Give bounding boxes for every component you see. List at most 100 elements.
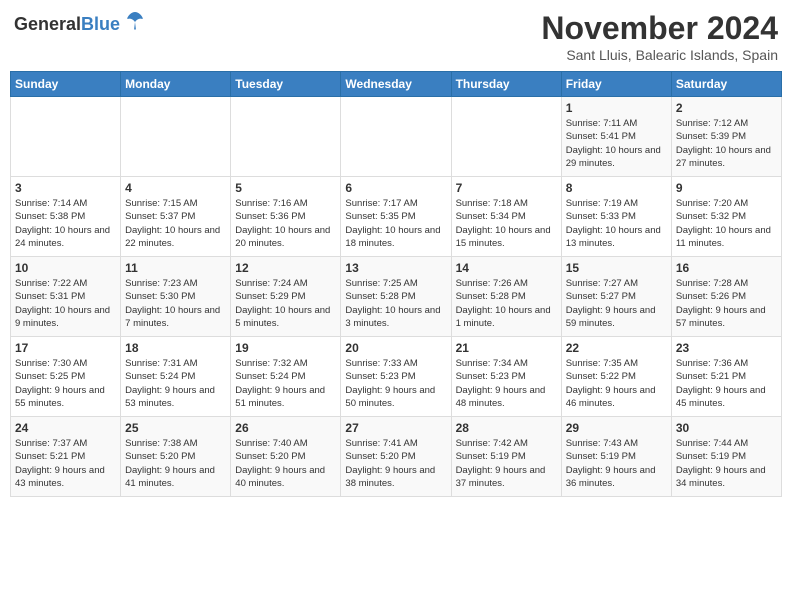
day-info: Sunrise: 7:43 AMSunset: 5:19 PMDaylight:…: [566, 437, 667, 490]
calendar-cell: [451, 97, 561, 177]
month-title: November 2024: [541, 10, 778, 47]
calendar-cell: 18Sunrise: 7:31 AMSunset: 5:24 PMDayligh…: [121, 337, 231, 417]
day-number: 28: [456, 421, 557, 435]
page-header: GeneralBlue November 2024 Sant Lluis, Ba…: [10, 10, 782, 63]
day-number: 1: [566, 101, 667, 115]
calendar-cell: 1Sunrise: 7:11 AMSunset: 5:41 PMDaylight…: [561, 97, 671, 177]
logo-general: General: [14, 14, 81, 34]
calendar-cell: 5 Sunrise: 7:16 AMSunset: 5:36 PMDaylight…: [231, 177, 341, 257]
calendar-cell: 15 Sunrise: 7:27 AMSunset: 5:27 PMDayligh…: [561, 257, 671, 337]
calendar-cell: 24 Sunrise: 7:37 AMSunset: 5:21 PMDayligh…: [11, 417, 121, 497]
day-number: 6: [345, 181, 446, 195]
day-info: Sunrise: 7:38 AMSunset: 5:20 PMDaylight:…: [125, 437, 226, 490]
weekday-header-sunday: Sunday: [11, 72, 121, 97]
day-info: Sunrise: 7:31 AMSunset: 5:24 PMDaylight:…: [125, 357, 226, 410]
day-number: 10: [15, 261, 116, 275]
weekday-header-thursday: Thursday: [451, 72, 561, 97]
day-info: Sunrise: 7:44 AMSunset: 5:19 PMDaylight:…: [676, 437, 777, 490]
calendar-cell: 28 Sunrise: 7:42 AMSunset: 5:19 PMDayligh…: [451, 417, 561, 497]
calendar-cell: [341, 97, 451, 177]
calendar-cell: 9 Sunrise: 7:20 AMSunset: 5:32 PMDaylight…: [671, 177, 781, 257]
day-info: Sunrise: 7:25 AMSunset: 5:28 PMDaylight:…: [345, 277, 446, 330]
calendar-cell: [11, 97, 121, 177]
calendar-cell: 25 Sunrise: 7:38 AMSunset: 5:20 PMDayligh…: [121, 417, 231, 497]
calendar-cell: 12 Sunrise: 7:24 AMSunset: 5:29 PMDayligh…: [231, 257, 341, 337]
logo-blue: Blue: [81, 14, 120, 34]
calendar-cell: [121, 97, 231, 177]
calendar-cell: 11 Sunrise: 7:23 AMSunset: 5:30 PMDayligh…: [121, 257, 231, 337]
calendar-cell: 4 Sunrise: 7:15 AMSunset: 5:37 PMDaylight…: [121, 177, 231, 257]
day-number: 13: [345, 261, 446, 275]
day-info: Sunrise: 7:30 AMSunset: 5:25 PMDaylight:…: [15, 357, 116, 410]
day-number: 5: [235, 181, 336, 195]
day-number: 12: [235, 261, 336, 275]
calendar-row-1: 1Sunrise: 7:11 AMSunset: 5:41 PMDaylight…: [11, 97, 782, 177]
calendar-row-5: 24 Sunrise: 7:37 AMSunset: 5:21 PMDayligh…: [11, 417, 782, 497]
day-number: 26: [235, 421, 336, 435]
day-number: 9: [676, 181, 777, 195]
day-number: 17: [15, 341, 116, 355]
calendar-cell: 23Sunrise: 7:36 AMSunset: 5:21 PMDayligh…: [671, 337, 781, 417]
day-info: Sunrise: 7:23 AMSunset: 5:30 PMDaylight:…: [125, 277, 226, 330]
day-info: Sunrise: 7:26 AMSunset: 5:28 PMDaylight:…: [456, 277, 557, 330]
calendar-row-2: 3 Sunrise: 7:14 AMSunset: 5:38 PMDaylight…: [11, 177, 782, 257]
day-number: 11: [125, 261, 226, 275]
day-info: Sunrise: 7:28 AMSunset: 5:26 PMDaylight:…: [676, 277, 777, 330]
calendar-table: SundayMondayTuesdayWednesdayThursdayFrid…: [10, 71, 782, 497]
location-subtitle: Sant Lluis, Balearic Islands, Spain: [541, 47, 778, 63]
day-info: Sunrise: 7:24 AMSunset: 5:29 PMDaylight:…: [235, 277, 336, 330]
day-number: 19: [235, 341, 336, 355]
day-number: 4: [125, 181, 226, 195]
calendar-cell: 13 Sunrise: 7:25 AMSunset: 5:28 PMDayligh…: [341, 257, 451, 337]
day-number: 23: [676, 341, 777, 355]
calendar-cell: 19 Sunrise: 7:32 AMSunset: 5:24 PMDayligh…: [231, 337, 341, 417]
day-number: 25: [125, 421, 226, 435]
day-info: Sunrise: 7:32 AMSunset: 5:24 PMDaylight:…: [235, 357, 336, 410]
weekday-header-tuesday: Tuesday: [231, 72, 341, 97]
logo: GeneralBlue: [14, 10, 146, 38]
calendar-cell: 10Sunrise: 7:22 AMSunset: 5:31 PMDayligh…: [11, 257, 121, 337]
day-number: 16: [676, 261, 777, 275]
calendar-cell: [231, 97, 341, 177]
day-number: 8: [566, 181, 667, 195]
calendar-cell: 6 Sunrise: 7:17 AMSunset: 5:35 PMDaylight…: [341, 177, 451, 257]
weekday-header-row: SundayMondayTuesdayWednesdayThursdayFrid…: [11, 72, 782, 97]
calendar-cell: 21Sunrise: 7:34 AMSunset: 5:23 PMDayligh…: [451, 337, 561, 417]
day-info: Sunrise: 7:17 AMSunset: 5:35 PMDaylight:…: [345, 197, 446, 250]
calendar-cell: 8Sunrise: 7:19 AMSunset: 5:33 PMDaylight…: [561, 177, 671, 257]
calendar-cell: 20Sunrise: 7:33 AMSunset: 5:23 PMDayligh…: [341, 337, 451, 417]
day-info: Sunrise: 7:37 AMSunset: 5:21 PMDaylight:…: [15, 437, 116, 490]
day-info: Sunrise: 7:41 AMSunset: 5:20 PMDaylight:…: [345, 437, 446, 490]
day-info: Sunrise: 7:16 AMSunset: 5:36 PMDaylight:…: [235, 197, 336, 250]
calendar-cell: 3 Sunrise: 7:14 AMSunset: 5:38 PMDaylight…: [11, 177, 121, 257]
day-info: Sunrise: 7:27 AMSunset: 5:27 PMDaylight:…: [566, 277, 667, 330]
weekday-header-wednesday: Wednesday: [341, 72, 451, 97]
calendar-cell: 2Sunrise: 7:12 AMSunset: 5:39 PMDaylight…: [671, 97, 781, 177]
day-info: Sunrise: 7:20 AMSunset: 5:32 PMDaylight:…: [676, 197, 777, 250]
calendar-cell: 29Sunrise: 7:43 AMSunset: 5:19 PMDayligh…: [561, 417, 671, 497]
day-info: Sunrise: 7:42 AMSunset: 5:19 PMDaylight:…: [456, 437, 557, 490]
title-area: November 2024 Sant Lluis, Balearic Islan…: [541, 10, 778, 63]
day-info: Sunrise: 7:34 AMSunset: 5:23 PMDaylight:…: [456, 357, 557, 410]
calendar-cell: 22 Sunrise: 7:35 AMSunset: 5:22 PMDayligh…: [561, 337, 671, 417]
day-number: 24: [15, 421, 116, 435]
day-number: 7: [456, 181, 557, 195]
calendar-cell: 30 Sunrise: 7:44 AMSunset: 5:19 PMDayligh…: [671, 417, 781, 497]
calendar-cell: 14 Sunrise: 7:26 AMSunset: 5:28 PMDayligh…: [451, 257, 561, 337]
day-info: Sunrise: 7:14 AMSunset: 5:38 PMDaylight:…: [15, 197, 116, 250]
calendar-row-4: 17 Sunrise: 7:30 AMSunset: 5:25 PMDayligh…: [11, 337, 782, 417]
day-number: 14: [456, 261, 557, 275]
day-info: Sunrise: 7:40 AMSunset: 5:20 PMDaylight:…: [235, 437, 336, 490]
day-number: 27: [345, 421, 446, 435]
day-number: 15: [566, 261, 667, 275]
day-number: 3: [15, 181, 116, 195]
day-number: 2: [676, 101, 777, 115]
calendar-cell: 26 Sunrise: 7:40 AMSunset: 5:20 PMDayligh…: [231, 417, 341, 497]
day-info: Sunrise: 7:35 AMSunset: 5:22 PMDaylight:…: [566, 357, 667, 410]
weekday-header-monday: Monday: [121, 72, 231, 97]
day-number: 22: [566, 341, 667, 355]
day-info: Sunrise: 7:15 AMSunset: 5:37 PMDaylight:…: [125, 197, 226, 250]
day-number: 30: [676, 421, 777, 435]
calendar-cell: 27 Sunrise: 7:41 AMSunset: 5:20 PMDayligh…: [341, 417, 451, 497]
day-number: 20: [345, 341, 446, 355]
